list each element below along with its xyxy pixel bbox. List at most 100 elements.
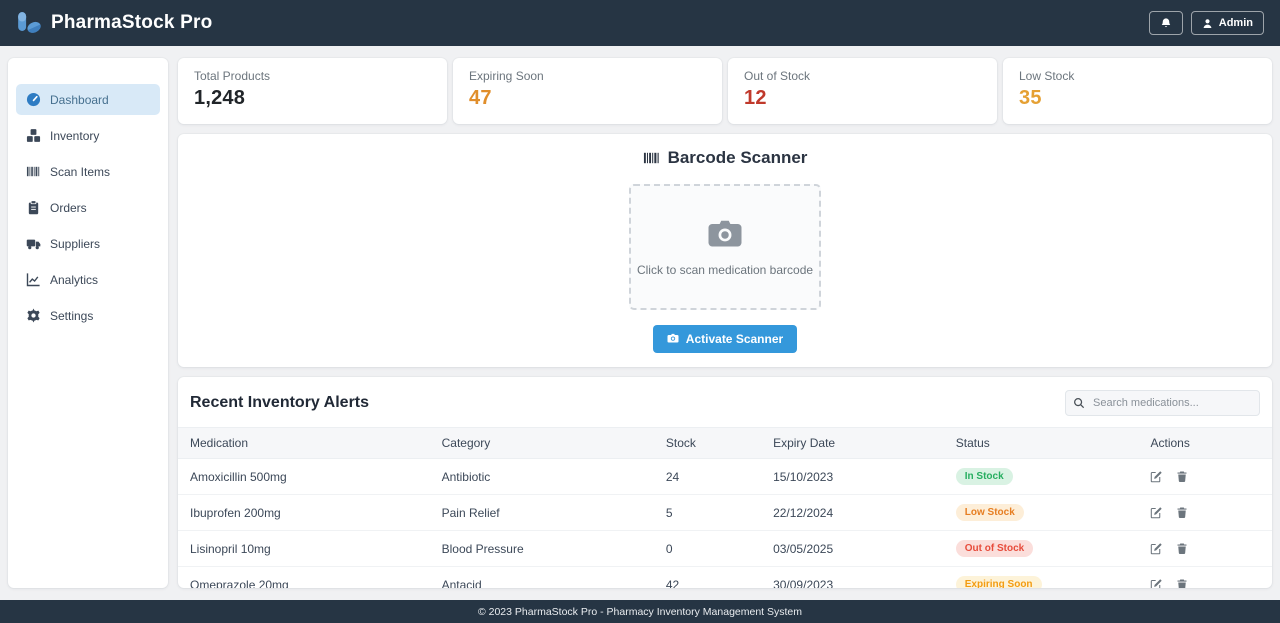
table-header-row: Medication Category Stock Expiry Date St… — [178, 427, 1272, 459]
admin-button[interactable]: Admin — [1190, 11, 1264, 35]
category-cell: Antacid — [429, 566, 654, 588]
status-badge: Low Stock — [955, 504, 1024, 521]
stat-label: Total Products — [194, 69, 271, 83]
sidebar-item-label: Orders — [50, 200, 87, 215]
brand-name: PharmaStock Pro — [51, 12, 213, 33]
scanner-title: Barcode Scanner — [643, 148, 808, 168]
expiry-date-cell: 22/12/2024 — [761, 494, 944, 531]
status-cell: Low Stock — [943, 494, 1139, 531]
medication-cell: Ibuprofen 200mg — [178, 494, 430, 531]
status-cell: Out of Stock — [943, 530, 1139, 567]
trash-icon[interactable] — [1176, 506, 1188, 519]
stat-label: Out of Stock — [744, 69, 811, 83]
gear-icon — [26, 308, 41, 323]
trash-icon[interactable] — [1176, 542, 1188, 555]
medication-cell: Lisinopril 10mg — [178, 530, 430, 567]
sidebar-item-label: Dashboard — [50, 92, 109, 107]
table-row: Amoxicillin 500mg Antibiotic 24 15/10/2023 I… — [178, 458, 1272, 495]
activate-scanner-label: Activate Scanner — [685, 332, 784, 346]
footer: © 2023 PharmaStock Pro - Pharmacy Invent… — [0, 600, 1280, 623]
admin-label: Admin — [1218, 17, 1253, 29]
status-cell: In Stock — [943, 458, 1139, 495]
search-box — [1065, 390, 1260, 416]
status-badge: In Stock — [955, 468, 1013, 485]
sidebar-item-label: Analytics — [50, 272, 99, 287]
stat-label: Expiring Soon — [469, 69, 544, 83]
camera-icon — [707, 218, 743, 253]
camera-icon — [667, 332, 679, 346]
sidebar-item-label: Scan Items — [50, 164, 111, 179]
stat-value: 1,248 — [194, 87, 246, 109]
expiry-date-cell: 03/05/2025 — [761, 530, 944, 567]
stat-card-expiring-soon: Expiring Soon 47 — [453, 58, 722, 124]
column-header-medication: Medication — [178, 427, 430, 459]
scanner-title-text: Barcode Scanner — [667, 148, 808, 167]
stock-cell: 0 — [653, 530, 762, 567]
column-header-stock: Stock — [653, 427, 762, 459]
stat-card-out-of-stock: Out of Stock 12 — [728, 58, 997, 124]
user-icon — [1202, 18, 1213, 29]
barcode-icon — [643, 150, 660, 166]
brand: PharmaStock Pro — [16, 11, 212, 35]
stat-value: 47 — [469, 87, 492, 109]
sidebar-item-dashboard[interactable]: Dashboard — [16, 84, 160, 115]
column-header-actions: Actions — [1138, 427, 1272, 459]
stats-row: Total Products 1,248 Expiring Soon 47 Ou… — [178, 58, 1272, 124]
scan-dropzone[interactable]: Click to scan medication barcode — [629, 184, 821, 310]
category-cell: Pain Relief — [429, 494, 654, 531]
trash-icon[interactable] — [1176, 578, 1188, 588]
truck-icon — [26, 236, 41, 251]
pills-logo-icon — [16, 11, 42, 35]
alerts-title: Recent Inventory Alerts — [190, 394, 370, 411]
status-badge: Out of Stock — [955, 540, 1034, 557]
stat-card-total-products: Total Products 1,248 — [178, 58, 447, 124]
sidebar-item-analytics[interactable]: Analytics — [16, 264, 160, 295]
status-cell: Expiring Soon — [943, 566, 1139, 588]
inventory-alerts-panel: Recent Inventory Alerts Medication Categ… — [178, 377, 1272, 588]
table-row: Lisinopril 10mg Blood Pressure 0 03/05/2025… — [178, 530, 1272, 567]
edit-icon[interactable] — [1150, 542, 1163, 555]
activate-scanner-button[interactable]: Activate Scanner — [652, 325, 798, 353]
barcode-scanner-panel: Barcode Scanner Click to scan medication… — [178, 134, 1272, 367]
notifications-button[interactable] — [1148, 11, 1183, 35]
sidebar-item-label: Settings — [50, 308, 94, 323]
edit-icon[interactable] — [1150, 470, 1163, 483]
table-row: Omeprazole 20mg Antacid 42 30/09/2023 Expiri… — [178, 566, 1272, 588]
trash-icon[interactable] — [1176, 470, 1188, 483]
expiry-date-cell: 15/10/2023 — [761, 458, 944, 495]
alerts-table: Medication Category Stock Expiry Date St… — [178, 427, 1272, 588]
edit-icon[interactable] — [1150, 506, 1163, 519]
tachometer-icon — [26, 92, 41, 107]
sidebar-item-suppliers[interactable]: Suppliers — [16, 228, 160, 259]
stock-cell: 42 — [653, 566, 762, 588]
status-badge: Expiring Soon — [955, 576, 1042, 588]
column-header-category: Category — [429, 427, 654, 459]
sidebar-item-orders[interactable]: Orders — [16, 192, 160, 223]
clipboard-icon — [26, 200, 41, 215]
footer-text: © 2023 PharmaStock Pro - Pharmacy Invent… — [477, 605, 803, 618]
dropzone-text: Click to scan medication barcode — [636, 262, 814, 277]
medication-cell: Amoxicillin 500mg — [178, 458, 430, 495]
table-row: Ibuprofen 200mg Pain Relief 5 22/12/2024 Low… — [178, 494, 1272, 531]
category-cell: Antibiotic — [429, 458, 654, 495]
expiry-date-cell: 30/09/2023 — [761, 566, 944, 588]
stat-value: 12 — [744, 87, 767, 109]
sidebar: Dashboard Inventory Scan Items Orders Su… — [8, 58, 168, 588]
search-input[interactable] — [1065, 390, 1260, 416]
chart-line-icon — [26, 272, 41, 287]
sidebar-item-settings[interactable]: Settings — [16, 300, 160, 331]
edit-icon[interactable] — [1150, 578, 1163, 588]
medication-cell: Omeprazole 20mg — [178, 566, 430, 588]
search-icon — [1073, 397, 1085, 409]
stat-value: 35 — [1019, 87, 1042, 109]
sidebar-item-label: Suppliers — [50, 236, 101, 251]
top-navbar: PharmaStock Pro Admin — [0, 0, 1280, 46]
sidebar-item-scan-items[interactable]: Scan Items — [16, 156, 160, 187]
stock-cell: 24 — [653, 458, 762, 495]
category-cell: Blood Pressure — [429, 530, 654, 567]
stat-label: Low Stock — [1019, 69, 1075, 83]
column-header-status: Status — [943, 427, 1139, 459]
stock-cell: 5 — [653, 494, 762, 531]
bell-icon — [1160, 17, 1172, 30]
sidebar-item-inventory[interactable]: Inventory — [16, 120, 160, 151]
